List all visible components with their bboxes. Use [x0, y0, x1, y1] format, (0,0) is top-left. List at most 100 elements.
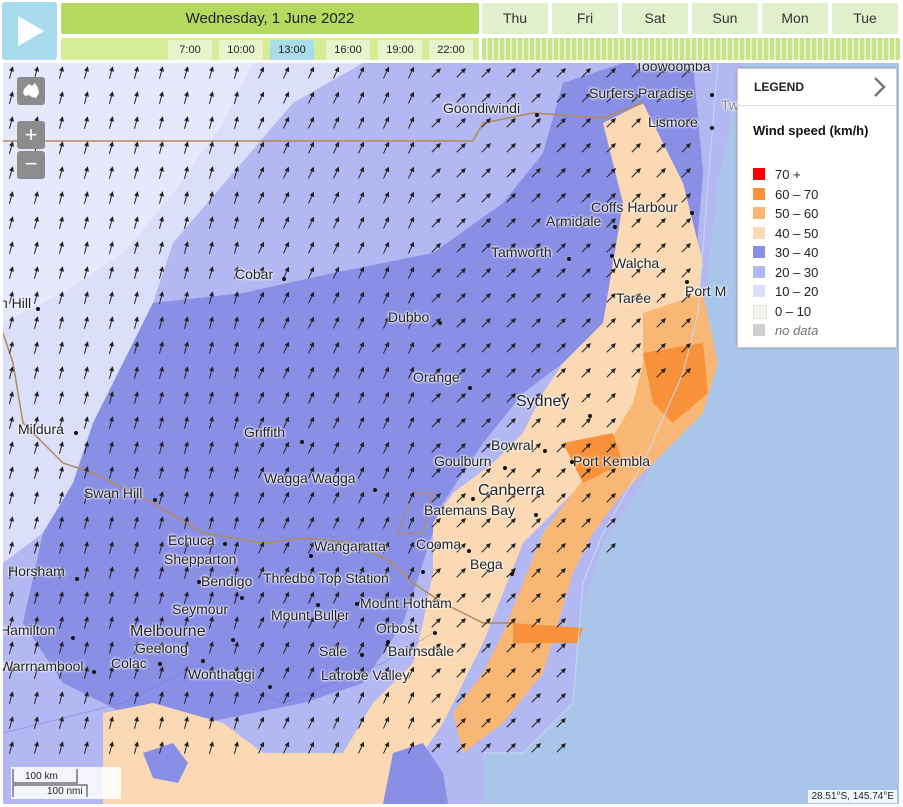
hour-button-2200[interactable]: 22:00 — [429, 40, 473, 60]
place-dot — [282, 277, 286, 281]
legend-swatch — [753, 265, 765, 278]
place-dot — [467, 549, 471, 553]
legend-label: 50 – 60 — [775, 206, 819, 221]
time-controls: Wednesday, 1 June 2022 Thu Fri Sat Sun M… — [0, 0, 903, 63]
legend-label: no data — [775, 323, 819, 338]
place-label: Warrnambool — [3, 658, 84, 674]
place-dot — [36, 307, 40, 311]
current-date-button[interactable]: Wednesday, 1 June 2022 — [61, 3, 479, 34]
hour-button-1600[interactable]: 16:00 — [326, 40, 370, 60]
place-label: Griffith — [244, 424, 285, 440]
place-dot — [75, 577, 79, 581]
legend-swatch — [753, 324, 765, 336]
legend-label: 30 – 40 — [775, 245, 819, 260]
legend-label: 0 – 10 — [775, 303, 812, 319]
cursor-coordinates: 28.51°S, 145.74°E — [808, 790, 897, 803]
place-dot — [92, 670, 96, 674]
legend-panel: LEGEND Wind speed (km/h) 70 + 60 – 70 50 –… — [737, 68, 897, 348]
place-label: Horsham — [8, 563, 65, 579]
zoom-out-button[interactable]: − — [17, 151, 45, 179]
place-label: Sydney — [516, 393, 570, 410]
place-label: Orange — [413, 369, 460, 385]
place-dot — [223, 542, 227, 546]
place-label: Port M — [685, 283, 727, 299]
place-label: Shepparton — [164, 551, 237, 567]
legend-swatch — [753, 304, 767, 319]
place-label: Armidale — [546, 213, 602, 229]
day-button-thu[interactable]: Thu — [482, 3, 548, 34]
legend-label: 70 + — [775, 167, 801, 182]
zoom-in-button[interactable]: + — [17, 121, 45, 149]
day-button-sat[interactable]: Sat — [622, 3, 688, 34]
place-dot — [570, 460, 574, 464]
play-button[interactable] — [2, 2, 57, 60]
place-label: Wonthaggi — [188, 666, 255, 682]
place-dot — [355, 602, 359, 606]
place-dot — [158, 662, 162, 666]
place-dot — [231, 638, 235, 642]
legend-swatch — [753, 246, 765, 258]
place-label: Cooma — [416, 536, 462, 552]
place-dot — [74, 431, 78, 435]
scale-bar: 100 km 100 nmi — [11, 767, 121, 799]
hour-button-1900[interactable]: 19:00 — [378, 40, 422, 60]
place-dot — [710, 126, 714, 130]
place-label: n Hill — [3, 295, 32, 311]
place-dot — [610, 254, 614, 258]
place-dot — [153, 498, 157, 502]
place-label: Dubbo — [388, 309, 430, 325]
future-days-timeline[interactable] — [482, 38, 900, 60]
place-dot — [421, 570, 425, 574]
chevron-right-icon[interactable] — [870, 75, 888, 99]
place-label: Thredbo Top Station — [263, 570, 389, 586]
wind-map[interactable]: + − Toowoomba Goondiwindi Surfers Paradi… — [3, 63, 899, 804]
hour-button-1300[interactable]: 13:00 — [270, 40, 314, 60]
australia-view-button[interactable] — [17, 77, 45, 105]
place-dot — [386, 640, 390, 644]
place-dot — [503, 466, 507, 470]
place-dot — [201, 659, 205, 663]
day-button-fri[interactable]: Fri — [552, 3, 618, 34]
place-label: Colac — [111, 655, 147, 671]
place-dot — [300, 440, 304, 444]
place-label: Seymour — [172, 601, 229, 617]
legend-swatch — [753, 226, 765, 239]
place-label: Swan Hill — [84, 485, 143, 501]
place-dot — [197, 580, 201, 584]
legend-label: 40 – 50 — [775, 225, 819, 241]
place-dot — [309, 554, 313, 558]
hour-button-0700[interactable]: 7:00 — [168, 40, 212, 60]
scale-nmi-label: 100 nmi — [47, 786, 83, 797]
place-label: Canberra — [478, 482, 545, 499]
place-label: Orbost — [376, 620, 419, 636]
legend-swatch — [753, 187, 765, 200]
place-dot — [360, 653, 364, 657]
day-button-sun[interactable]: Sun — [692, 3, 758, 34]
legend-header[interactable]: LEGEND — [738, 69, 896, 106]
legend-title: Wind speed (km/h) — [753, 123, 869, 138]
play-icon — [18, 16, 44, 46]
place-dot — [438, 321, 442, 325]
hour-button-1000[interactable]: 10:00 — [219, 40, 263, 60]
place-label: Toowoomba — [635, 63, 711, 74]
place-label: Hamilton — [3, 622, 56, 638]
place-label: Geelong — [135, 640, 188, 656]
place-label: Wangaratta — [314, 538, 386, 554]
place-label: Wagga Wagga — [264, 470, 356, 486]
day-button-tue[interactable]: Tue — [832, 3, 898, 34]
place-dot — [373, 488, 377, 492]
place-label: Bega — [470, 556, 503, 572]
place-label: Lismore — [648, 114, 698, 130]
place-dot — [433, 631, 437, 635]
legend-label: 60 – 70 — [775, 186, 819, 202]
place-label: Bendigo — [201, 573, 253, 589]
legend-label: 10 – 20 — [775, 284, 819, 299]
place-label: Bairnsdale — [388, 643, 455, 659]
place-dot — [468, 386, 472, 390]
place-label: Port Kembla — [573, 453, 651, 469]
place-dot — [567, 257, 571, 261]
place-label: Coffs Harbour — [591, 199, 678, 215]
australia-icon — [23, 83, 39, 98]
place-dot — [71, 636, 75, 640]
day-button-mon[interactable]: Mon — [762, 3, 828, 34]
